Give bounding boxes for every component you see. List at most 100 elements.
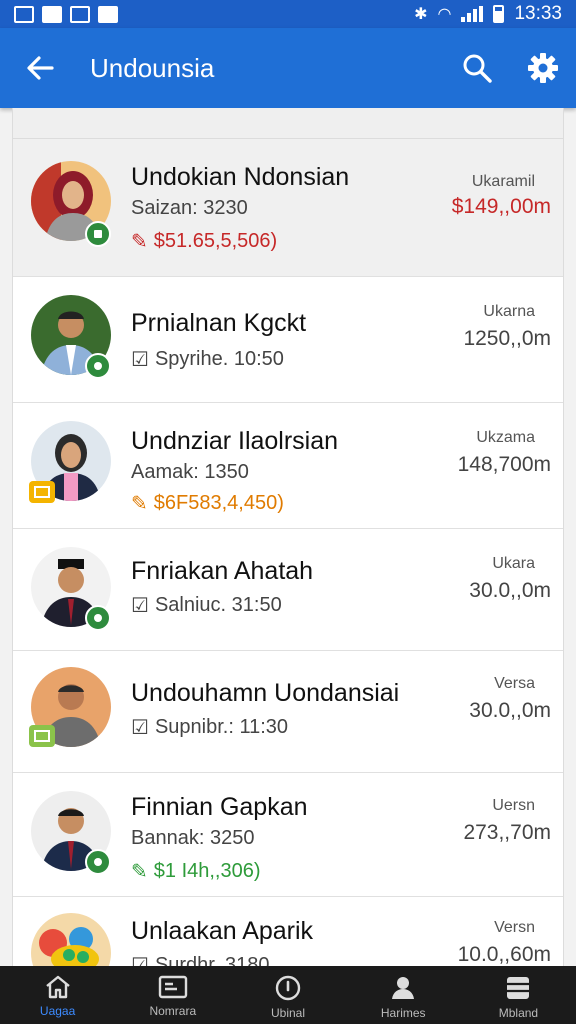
- item-name: Fnriakan Ahatah: [131, 557, 314, 585]
- person-icon: [392, 977, 415, 999]
- meta-text: Salniuc. 31:50: [154, 594, 282, 616]
- card-icon: [158, 975, 187, 999]
- avatar: [31, 791, 111, 875]
- item-amount: ✎ $6F583,4,450): [131, 491, 284, 516]
- item-status: Versn: [494, 919, 535, 936]
- item-status: Ukarna: [483, 303, 535, 320]
- nav-item-compass[interactable]: Ubinal: [230, 966, 345, 1024]
- item-price: $149,,00m: [451, 195, 551, 218]
- nav-label: Nomrara: [149, 1004, 197, 1018]
- avatar: [31, 161, 111, 247]
- image-icon: [14, 5, 34, 23]
- wallet-icon: [507, 977, 530, 999]
- list-item[interactable]: Finnian Gapkan Bannak: 3250 ✎ $1 I4h,,306…: [13, 773, 563, 897]
- nav-item-home[interactable]: Uagaa: [0, 966, 115, 1024]
- item-price: 30.0,,0m: [469, 699, 551, 722]
- app-bar: Undounsia: [0, 28, 576, 108]
- list-item[interactable]: Undnziar Ilaolrsian Aamak: 1350 ✎ $6F583,…: [13, 403, 563, 529]
- nav-label: Mbland: [498, 1006, 539, 1020]
- nav-item-card[interactable]: Nomrara: [115, 966, 230, 1024]
- meta-text: Aamak: 1350: [131, 461, 249, 483]
- item-status: Ukara: [492, 555, 535, 572]
- edit-icon: ☑: [131, 595, 149, 617]
- item-amount: ✎ $1 I4h,,306): [131, 859, 261, 884]
- item-name: Unlaakan Aparik: [131, 917, 314, 945]
- online-badge-icon: [85, 353, 111, 379]
- edit-icon: ☑: [131, 349, 149, 371]
- avatar-photo: [31, 913, 111, 967]
- meta-text: Spyrihe. 10:50: [154, 348, 284, 370]
- search-icon: [463, 54, 492, 83]
- item-price: 30.0,,0m: [469, 579, 551, 602]
- play-icon: [98, 5, 118, 23]
- item-meta: ☑ Supnibr.: 11:30: [131, 715, 288, 740]
- calendar-badge-icon: [29, 725, 55, 747]
- currency-icon: ✎: [131, 861, 148, 883]
- item-name: Undokian Ndonsian: [131, 163, 350, 191]
- item-meta: Bannak: 3250: [131, 827, 254, 850]
- list-item[interactable]: Undokian Ndonsian Saizan: 3230 ✎ $51.65,5…: [13, 139, 563, 277]
- settings-button[interactable]: [510, 28, 576, 108]
- item-amount: ✎ $51.65,5,506): [131, 229, 277, 254]
- verified-badge-icon: [85, 849, 111, 875]
- page-title: Undounsia: [90, 52, 215, 83]
- item-name: Finnian Gapkan: [131, 793, 308, 821]
- battery-icon: [493, 5, 505, 23]
- list-item[interactable]: Prnialnan Kgckt ☑ Spyrihe. 10:50 Ukarna 1…: [13, 277, 563, 403]
- avatar: [29, 421, 111, 503]
- nav-item-wallet[interactable]: Mbland: [461, 966, 576, 1024]
- item-meta: ☑ Salniuc. 31:50: [131, 593, 282, 618]
- item-price: 148,700m: [457, 453, 551, 476]
- currency-icon: ✎: [131, 493, 148, 515]
- wifi-icon: ◠: [437, 6, 452, 23]
- online-badge-icon: [85, 605, 111, 631]
- item-meta: ☑ Spyrihe. 10:50: [131, 347, 284, 372]
- avatar: [31, 295, 111, 379]
- item-status: Ukaramil: [471, 173, 535, 190]
- bottom-navigation: Uagaa Nomrara Ubinal Harimes Mbland: [0, 966, 576, 1024]
- currency-icon: ✎: [131, 231, 148, 253]
- amount-text: $51.65,5,506): [153, 230, 278, 252]
- list-item[interactable]: Unlaakan Aparik ☑ Surdhr. 3180 Versn 10.0…: [13, 897, 563, 967]
- signal-icon: [461, 6, 484, 22]
- nav-label: Harimes: [380, 1006, 426, 1020]
- clock: 13:33: [514, 3, 562, 24]
- contact-list[interactable]: Undokian Ndonsian Saizan: 3230 ✎ $51.65,5…: [12, 138, 564, 968]
- meta-text: Bannak: 3250: [131, 827, 255, 849]
- calendar-badge-icon: [29, 481, 55, 503]
- item-meta: Aamak: 1350: [131, 461, 249, 484]
- nav-label: Ubinal: [270, 1006, 306, 1020]
- message-icon: [70, 5, 90, 23]
- home-icon: [45, 975, 70, 999]
- avatar: [29, 667, 111, 747]
- amount-text: $1 I4h,,306): [153, 860, 261, 882]
- status-bar: ✱ ◠ 13:33: [0, 0, 576, 28]
- gear-icon: [528, 53, 558, 83]
- meta-text: Supnibr.: 11:30: [154, 716, 289, 738]
- nav-label: Uagaa: [39, 1004, 76, 1018]
- list-item[interactable]: Undouhamn Uondansiai ☑ Supnibr.: 11:30 Ve…: [13, 651, 563, 773]
- item-status: Ukzama: [476, 429, 535, 446]
- item-price: 273,,70m: [463, 821, 551, 844]
- sim-icon: [42, 5, 62, 23]
- avatar: [31, 547, 111, 631]
- item-name: Undnziar Ilaolrsian: [131, 427, 339, 455]
- item-status: Uersn: [492, 797, 535, 814]
- arrow-left-icon: [27, 56, 54, 80]
- bluetooth-icon: ✱: [414, 6, 428, 23]
- meta-text: Saizan: 3230: [131, 197, 248, 219]
- edit-icon: ☑: [131, 717, 149, 739]
- item-price: 1250,,0m: [463, 327, 551, 350]
- nav-item-person[interactable]: Harimes: [346, 966, 461, 1024]
- verified-badge-icon: [85, 221, 111, 247]
- notification-icons: [14, 5, 118, 23]
- list-top-spacer: [12, 108, 564, 138]
- item-price: 10.0,,60m: [457, 943, 551, 966]
- item-name: Prnialnan Kgckt: [131, 309, 307, 337]
- amount-text: $6F583,4,450): [153, 492, 284, 514]
- search-button[interactable]: [444, 28, 510, 108]
- list-item[interactable]: Fnriakan Ahatah ☑ Salniuc. 31:50 Ukara 30…: [13, 529, 563, 651]
- avatar: [31, 913, 111, 967]
- item-name: Undouhamn Uondansiai: [131, 679, 400, 707]
- back-button[interactable]: [0, 28, 80, 108]
